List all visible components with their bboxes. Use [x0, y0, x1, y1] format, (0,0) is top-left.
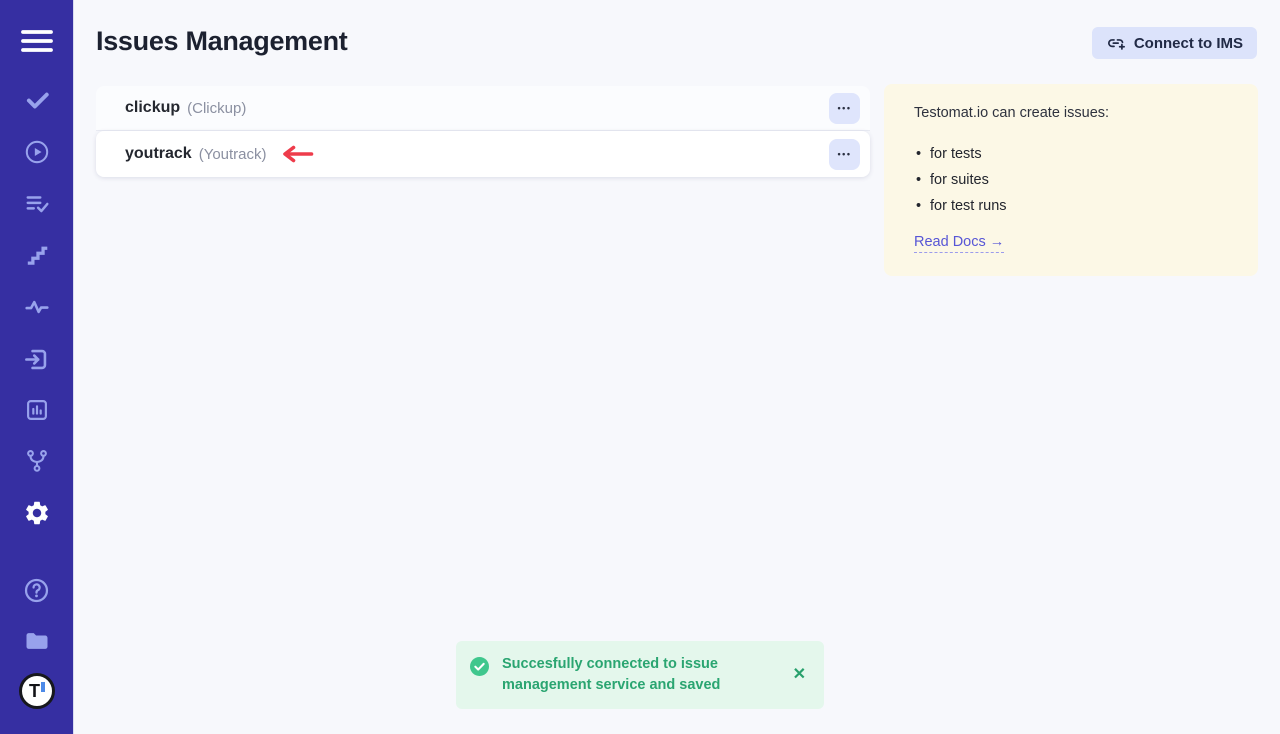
- info-bullet: for test runs: [914, 193, 1228, 219]
- ims-type: (Clickup): [187, 100, 246, 117]
- more-icon: •••: [838, 150, 852, 159]
- play-circle-icon[interactable]: [17, 132, 57, 172]
- check-icon[interactable]: [17, 80, 57, 120]
- ims-type: (Youtrack): [199, 146, 267, 163]
- branch-icon[interactable]: [17, 441, 57, 481]
- page-title: Issues Management: [96, 26, 348, 57]
- ims-list: clickup (Clickup) ••• youtrack (Youtrack…: [96, 86, 870, 177]
- info-bullet: for tests: [914, 141, 1228, 167]
- list-check-icon[interactable]: [17, 184, 57, 224]
- menu-icon[interactable]: [17, 21, 57, 61]
- ims-row-youtrack[interactable]: youtrack (Youtrack) •••: [96, 131, 870, 177]
- bar-chart-icon[interactable]: [17, 390, 57, 430]
- stairs-icon[interactable]: [17, 235, 57, 275]
- link-plus-icon: [1106, 35, 1126, 52]
- ims-name: youtrack: [125, 145, 192, 163]
- clickup-more-button[interactable]: •••: [829, 93, 860, 124]
- ims-name: clickup: [125, 99, 180, 117]
- connect-to-ims-button[interactable]: Connect to IMS: [1092, 27, 1257, 59]
- youtrack-more-button[interactable]: •••: [829, 139, 860, 170]
- toast-close-button[interactable]: ✕: [791, 665, 808, 685]
- ims-row-clickup[interactable]: clickup (Clickup) •••: [96, 86, 870, 131]
- help-icon[interactable]: [17, 570, 57, 610]
- folder-icon[interactable]: [17, 621, 57, 661]
- close-icon: ✕: [793, 666, 806, 683]
- annotation-arrow-icon: [277, 145, 314, 163]
- logo-letter: T: [29, 682, 40, 700]
- app-window: T Issues Management Connect to IMS click…: [0, 0, 1280, 734]
- gear-icon[interactable]: [17, 493, 57, 533]
- success-check-icon: [470, 657, 489, 681]
- toast-message: Succesfully connected to issue managemen…: [502, 654, 764, 696]
- logo[interactable]: T: [19, 673, 55, 709]
- info-bullet: for suites: [914, 167, 1228, 193]
- more-icon: •••: [838, 104, 852, 113]
- pulse-icon[interactable]: [17, 287, 57, 327]
- connect-button-label: Connect to IMS: [1134, 35, 1243, 52]
- sidebar: T: [0, 0, 74, 734]
- logo-accent: [41, 682, 45, 692]
- info-panel-title: Testomat.io can create issues:: [914, 105, 1228, 121]
- read-docs-link[interactable]: Read Docs →: [914, 234, 1004, 253]
- info-bullet-list: for tests for suites for test runs: [914, 141, 1228, 219]
- sign-in-icon[interactable]: [17, 339, 57, 379]
- info-panel: Testomat.io can create issues: for tests…: [884, 84, 1258, 276]
- success-toast: Succesfully connected to issue managemen…: [456, 641, 824, 709]
